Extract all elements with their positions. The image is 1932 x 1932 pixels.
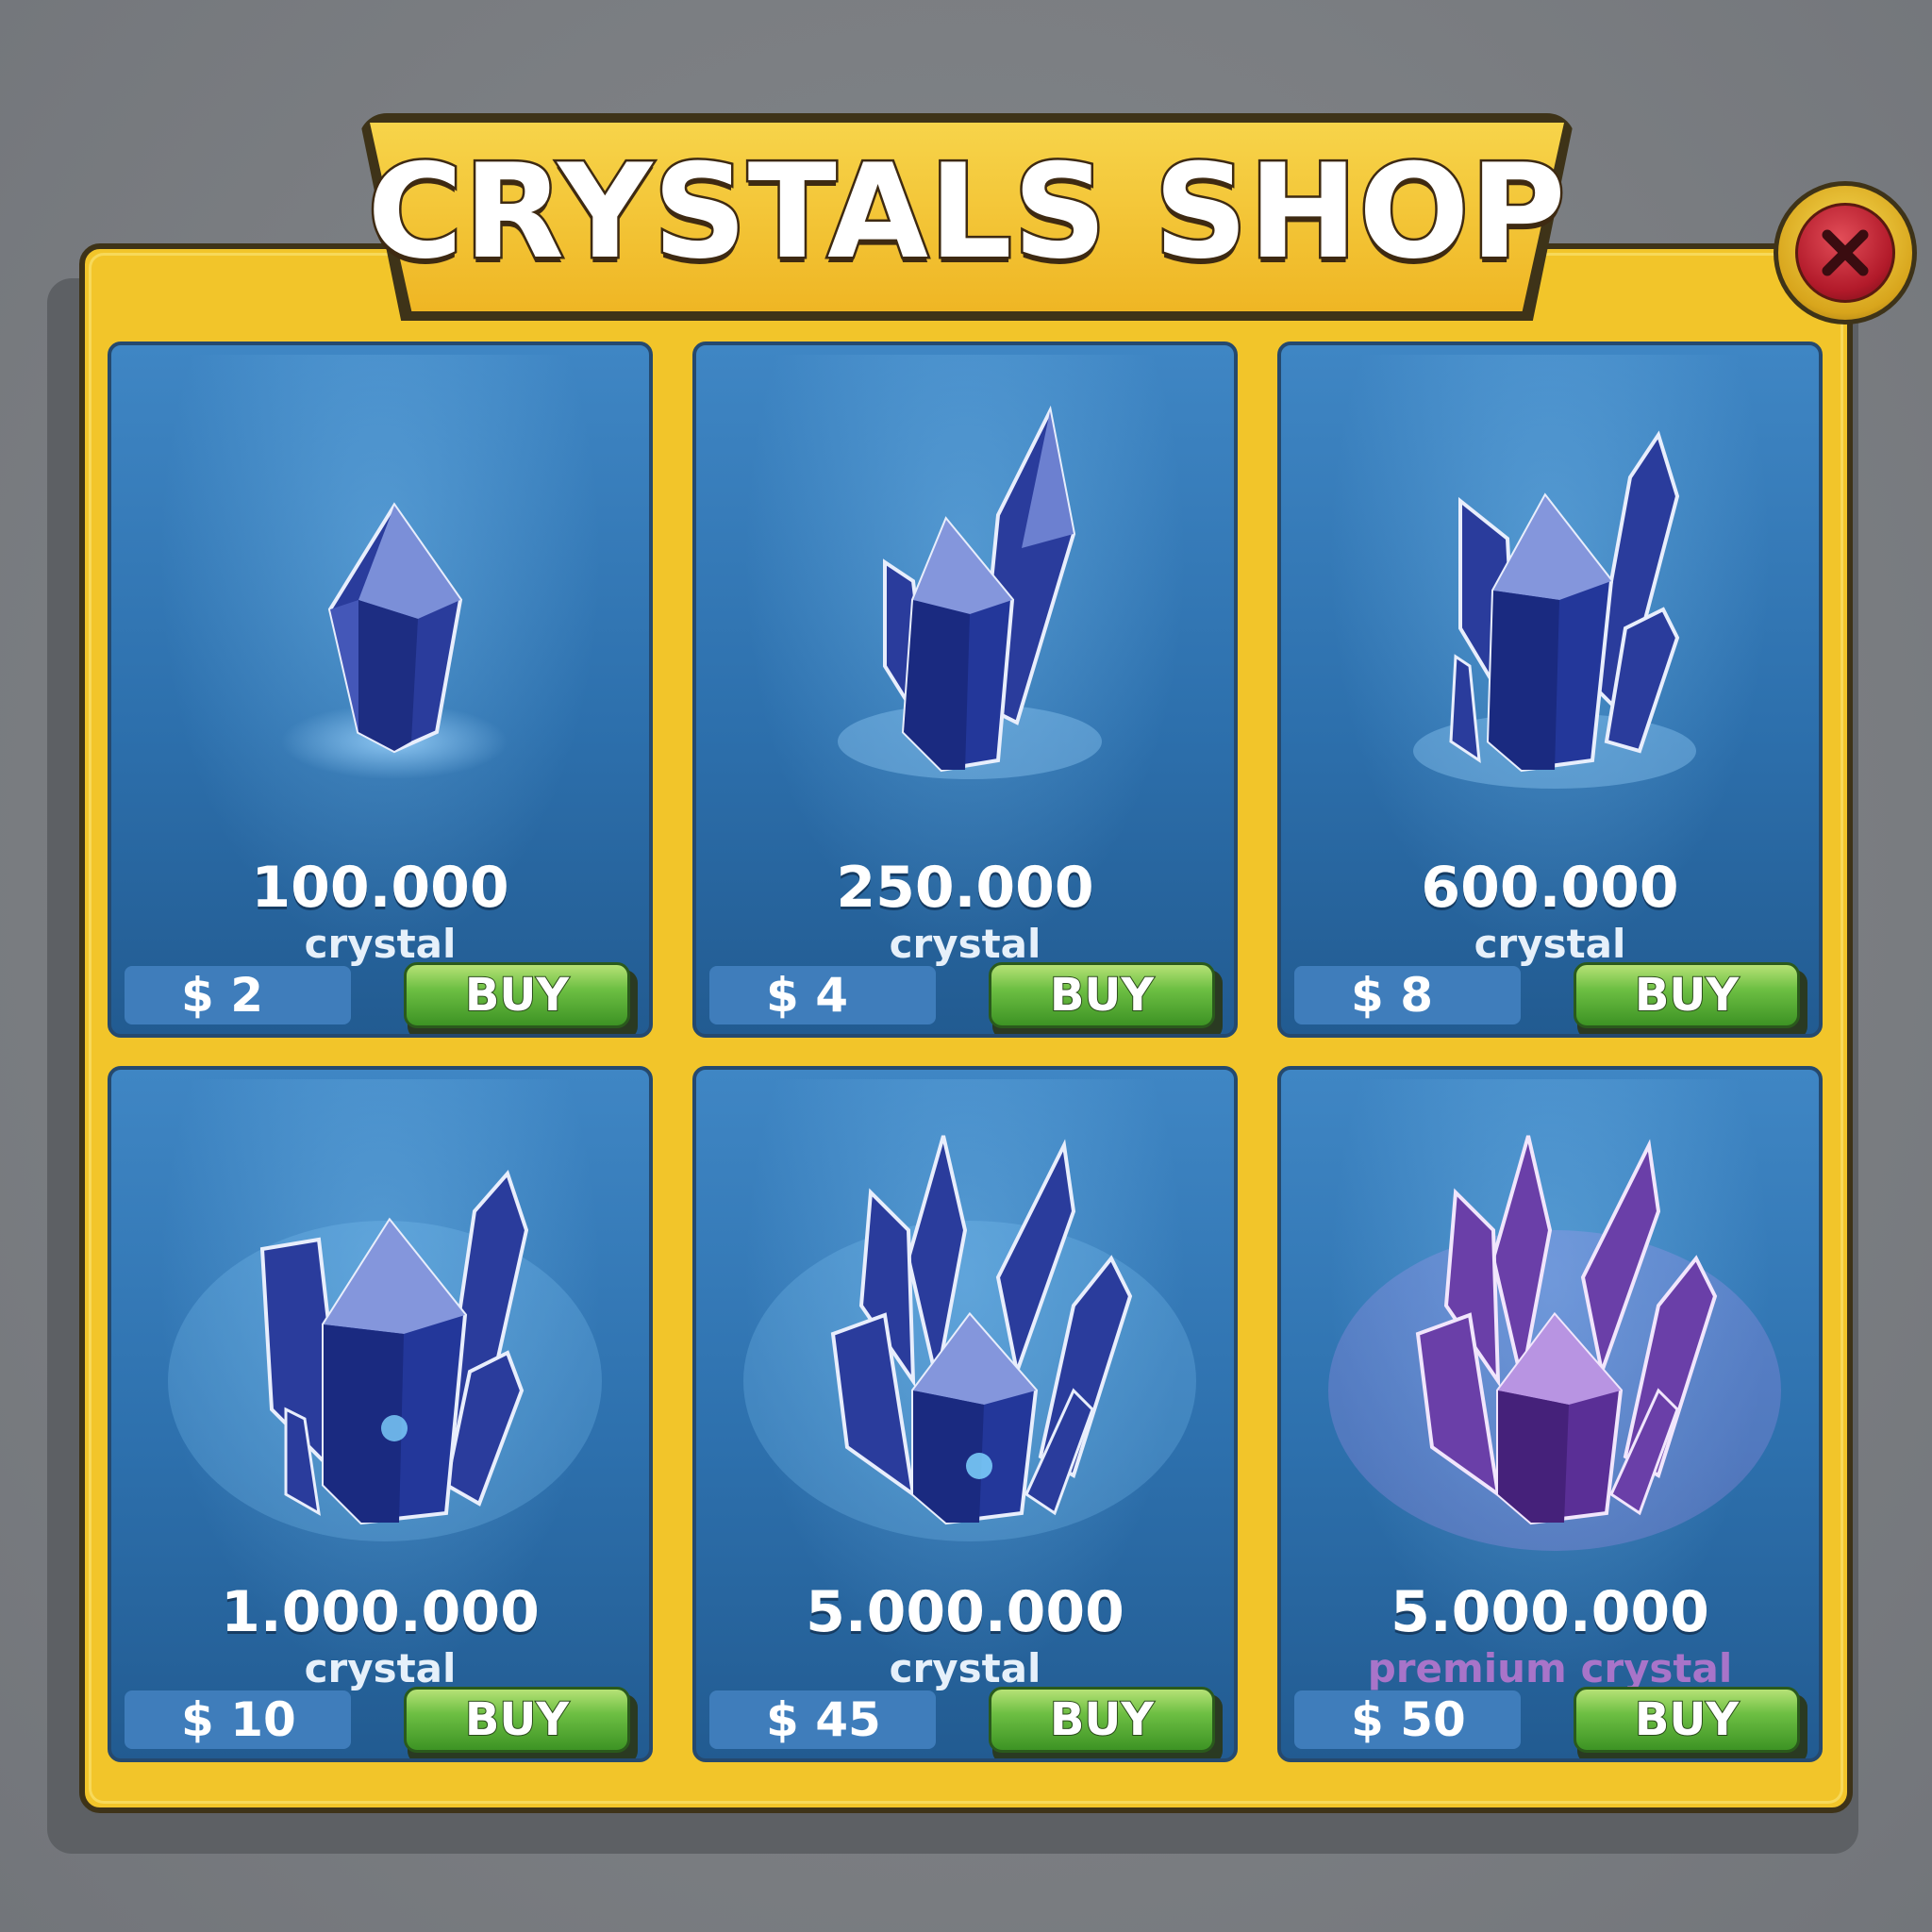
crystal-icon [1328,1135,1781,1551]
item-unit: crystal [304,1645,457,1691]
item-unit: crystal [889,1645,1041,1691]
item-amount: 100.000 [251,855,509,921]
shop-screen: CRYSTALS SHOP 100.000 crystal $ 2 BUY 25… [0,0,1932,1932]
item-unit: crystal [1474,921,1626,967]
item-amount: 5.000.000 [806,1579,1124,1645]
price-value: 45 [815,1692,881,1747]
crystal-icon [1413,430,1696,789]
price-value: 2 [230,968,264,1023]
currency-symbol: $ [181,1692,214,1747]
currency-symbol: $ [766,1692,799,1747]
buy-button[interactable]: BUY [1574,1687,1800,1753]
shop-item-card: 1.000.000 crystal $ 10 BUY [108,1066,653,1762]
close-icon [1822,229,1869,276]
item-amount: 600.000 [1421,855,1679,921]
item-amount: 1.000.000 [221,1579,540,1645]
close-button[interactable] [1774,181,1917,325]
item-unit: crystal [304,921,457,967]
crystal-icon [281,502,508,779]
shop-item-card: 5.000.000 premium crystal $ 50 BUY [1277,1066,1823,1762]
price-value: 10 [230,1692,296,1747]
currency-symbol: $ [1351,1692,1384,1747]
currency-symbol: $ [181,968,214,1023]
item-unit: premium crystal [1367,1645,1733,1691]
buy-button[interactable]: BUY [989,1687,1215,1753]
buy-button[interactable]: BUY [404,1687,630,1753]
buy-button[interactable]: BUY [989,962,1215,1028]
buy-button[interactable]: BUY [1574,962,1800,1028]
buy-button[interactable]: BUY [404,962,630,1028]
item-amount: 5.000.000 [1391,1579,1709,1645]
crystal-icon [168,1170,602,1541]
item-amount: 250.000 [836,855,1094,921]
crystal-icon [838,405,1102,779]
shop-item-card: 600.000 crystal $ 8 BUY [1277,341,1823,1038]
price-value: 4 [815,968,849,1023]
shop-item-card: 250.000 crystal $ 4 BUY [692,341,1238,1038]
item-price: $ 8 [1294,966,1521,1024]
item-price: $ 10 [125,1690,351,1749]
item-price: $ 45 [709,1690,936,1749]
item-unit: crystal [889,921,1041,967]
crystal-icon [743,1135,1196,1541]
shop-item-card: 100.000 crystal $ 2 BUY [108,341,653,1038]
shop-title: CRYSTALS SHOP [365,134,1568,291]
price-value: 8 [1400,968,1434,1023]
item-price: $ 2 [125,966,351,1024]
shop-item-card: 5.000.000 crystal $ 45 BUY [692,1066,1238,1762]
item-price: $ 50 [1294,1690,1521,1749]
currency-symbol: $ [1351,968,1384,1023]
currency-symbol: $ [766,968,799,1023]
item-price: $ 4 [709,966,936,1024]
price-value: 50 [1400,1692,1466,1747]
